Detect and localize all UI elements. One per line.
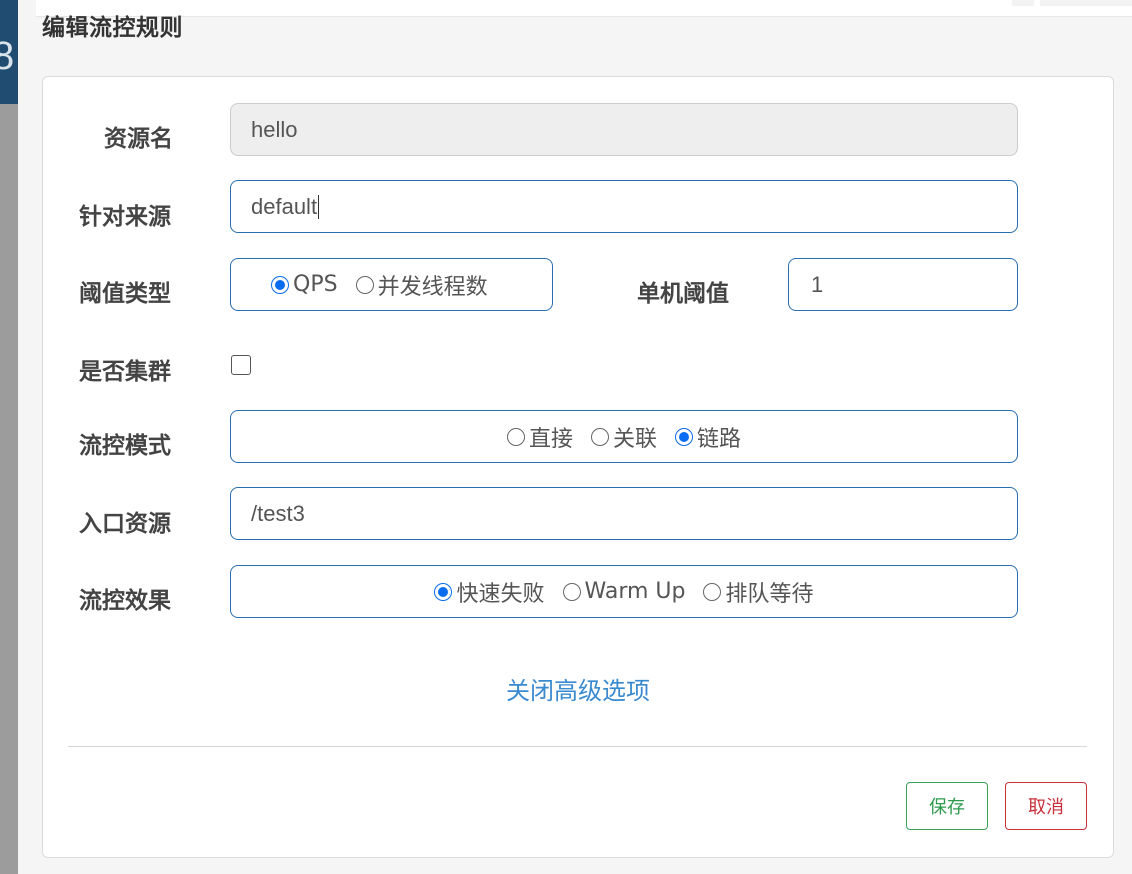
strategy-label: 流控模式 (79, 433, 171, 459)
grade-option-qps[interactable]: QPS (271, 272, 338, 297)
behavior-option-fast-fail[interactable]: 快速失败 (434, 576, 545, 608)
text-cursor (318, 194, 320, 219)
strategy-radio-group: 直接 关联 链路 (230, 410, 1018, 463)
cluster-checkbox[interactable] (231, 355, 251, 375)
radio-unchecked-icon[interactable] (506, 427, 525, 446)
cluster-label: 是否集群 (79, 359, 171, 385)
radio-unchecked-icon[interactable] (355, 275, 374, 294)
strategy-option-label: 链路 (697, 426, 742, 452)
behavior-option-label: Warm Up (584, 579, 686, 604)
top-tab-fragment (1012, 0, 1034, 6)
background-partial-text: 8 (0, 34, 15, 78)
radio-unchecked-icon[interactable] (562, 582, 581, 601)
limit-app-label: 针对来源 (79, 204, 171, 230)
count-input[interactable]: 1 (788, 258, 1018, 311)
grade-option-thread[interactable]: 并发线程数 (355, 269, 488, 301)
background-page (0, 0, 18, 874)
resource-name-label: 资源名 (104, 126, 173, 152)
grade-option-label: QPS (293, 272, 338, 297)
dialog-top-edge (36, 0, 1132, 17)
strategy-option-relate[interactable]: 关联 (590, 421, 657, 453)
limit-app-input[interactable]: default (230, 180, 1018, 233)
behavior-option-label: 快速失败 (456, 581, 545, 607)
rule-form: 资源名 hello 针对来源 default 阈值类型 QPS 并发线程数 单机… (42, 76, 1114, 858)
background-header: 8 (0, 0, 18, 104)
footer-divider (68, 746, 1087, 747)
behavior-option-queue[interactable]: 排队等待 (703, 576, 814, 608)
strategy-option-chain[interactable]: 链路 (675, 421, 741, 453)
toggle-advanced-options-link[interactable]: 关闭高级选项 (43, 671, 1113, 706)
dialog-title: 编辑流控规则 (42, 15, 183, 41)
ref-resource-input[interactable]: /test3 (230, 487, 1018, 540)
strategy-option-direct[interactable]: 直接 (506, 421, 573, 453)
grade-radio-group: QPS 并发线程数 (230, 258, 553, 311)
control-behavior-label: 流控效果 (79, 588, 171, 614)
save-button[interactable]: 保存 (906, 782, 988, 830)
count-value: 1 (811, 271, 824, 297)
radio-checked-icon[interactable] (434, 582, 453, 601)
radio-unchecked-icon[interactable] (703, 582, 722, 601)
top-tab-fragment (1040, 0, 1132, 6)
radio-checked-icon[interactable] (675, 427, 693, 446)
strategy-option-label: 关联 (612, 426, 657, 452)
resource-name-input[interactable]: hello (230, 103, 1018, 156)
control-behavior-radio-group: 快速失败 Warm Up 排队等待 (230, 565, 1018, 618)
behavior-option-label: 排队等待 (725, 581, 814, 607)
grade-label: 阈值类型 (79, 281, 171, 307)
limit-app-value: default (251, 193, 318, 219)
count-label: 单机阈值 (637, 281, 729, 307)
behavior-option-warm-up[interactable]: Warm Up (562, 579, 686, 604)
resource-name-value: hello (251, 116, 298, 142)
cancel-button[interactable]: 取消 (1005, 782, 1087, 830)
grade-option-label: 并发线程数 (377, 274, 488, 300)
radio-unchecked-icon[interactable] (590, 427, 609, 446)
ref-resource-value: /test3 (251, 500, 305, 526)
edit-flow-rule-dialog: 编辑流控规则 资源名 hello 针对来源 default 阈值类型 QPS 并… (18, 0, 1132, 874)
strategy-option-label: 直接 (528, 426, 573, 452)
ref-resource-label: 入口资源 (79, 511, 171, 537)
radio-checked-icon[interactable] (271, 275, 289, 294)
